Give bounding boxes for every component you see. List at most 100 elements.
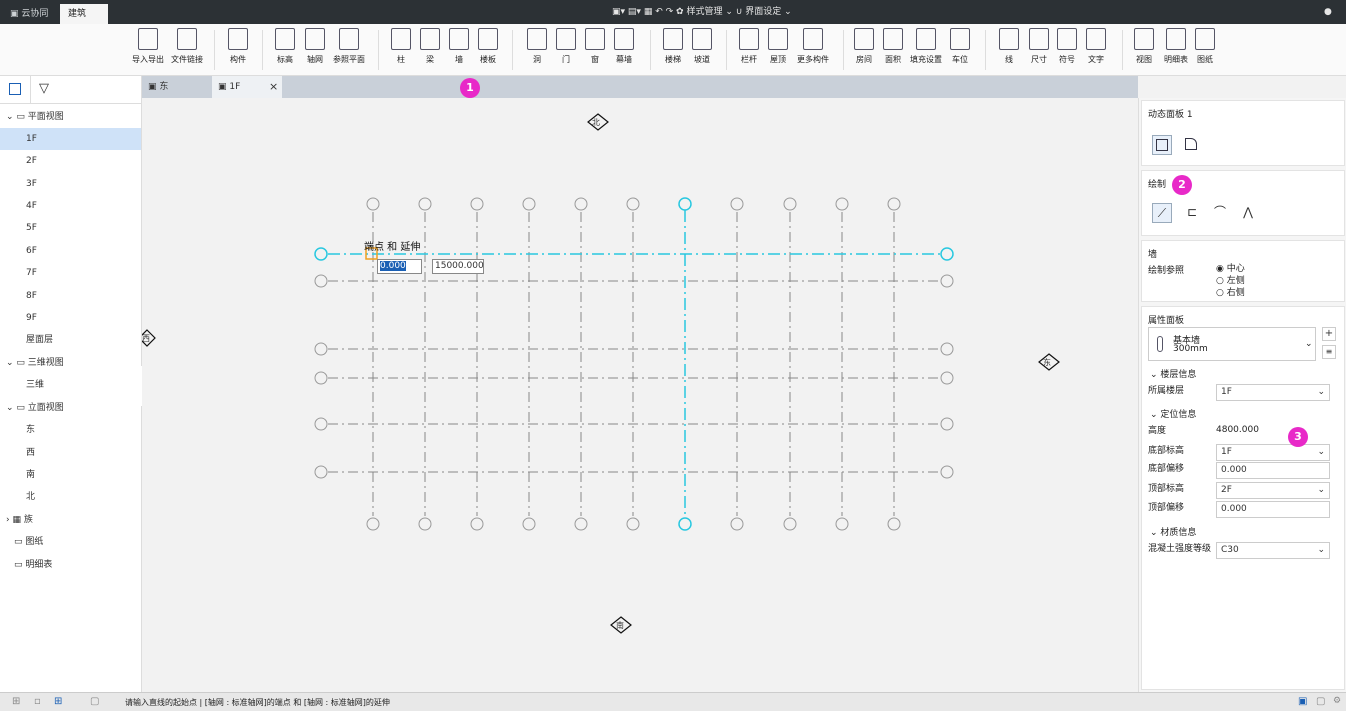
length-input[interactable]: 0.000	[377, 259, 422, 274]
component-button[interactable]: 构件	[224, 28, 252, 65]
line-icon[interactable]: ⟋	[1152, 203, 1172, 223]
drawing-button[interactable]: 图纸	[1192, 28, 1218, 65]
tree-item-floor[interactable]: 7F	[0, 262, 141, 284]
more-components-button[interactable]: 更多构件	[794, 28, 832, 65]
ref-option-right[interactable]: ○ 右侧	[1216, 285, 1245, 298]
column-button[interactable]: 柱	[390, 28, 412, 65]
level-button[interactable]: 标高	[272, 28, 298, 65]
tree-node-elevation[interactable]: ⌄ ▭ 立面视图	[0, 397, 141, 419]
layout-icon[interactable]: ⊞	[12, 696, 20, 707]
line-button[interactable]: 线	[997, 28, 1021, 65]
help-icon[interactable]: ●	[1324, 0, 1332, 24]
door-button[interactable]: 门	[555, 28, 577, 65]
undo-icon[interactable]: ↶	[655, 7, 663, 17]
tree-item-floor[interactable]: 8F	[0, 285, 141, 307]
extension-input[interactable]: 15000.000	[432, 259, 484, 274]
status-message: 请输入直线的起始点 | [轴网 : 标准轴网]的端点 和 [轴网 : 标准轴网]…	[125, 698, 390, 707]
drawing-canvas[interactable]: 北 南 东 西 端点 和 延伸 0.000 15000.000 1	[142, 78, 1138, 692]
view-button[interactable]: 视图	[1132, 28, 1156, 65]
concrete-grade-select[interactable]: C30 ⌄	[1216, 542, 1330, 559]
schedule-button[interactable]: 明细表	[1158, 28, 1194, 65]
ref-plane-button[interactable]: 参照平面	[330, 28, 368, 65]
ui-menu[interactable]: 界面设定	[745, 7, 781, 17]
filter-icon[interactable]: ▽	[39, 81, 49, 96]
tree-item-floor[interactable]: 6F	[0, 240, 141, 262]
add-type-button[interactable]: +	[1322, 327, 1336, 341]
fill-settings-button[interactable]: 填充设置	[908, 28, 944, 65]
arc-icon[interactable]: ⌒	[1210, 203, 1230, 223]
opening-button[interactable]: 洞	[526, 28, 548, 65]
grid-button[interactable]: 轴网	[302, 28, 328, 65]
floor-info-section[interactable]: ⌄ 楼层信息	[1150, 367, 1196, 380]
grid-toggle-icon[interactable]: ⊞	[54, 696, 62, 707]
floor-select[interactable]: 1F ⌄	[1216, 384, 1330, 401]
ramp-button[interactable]: 坡道	[690, 28, 714, 65]
snap-icon[interactable]: ▫	[34, 696, 41, 707]
railing-icon	[739, 28, 759, 50]
tree-item-elevation[interactable]: 南	[0, 464, 141, 486]
parking-button[interactable]: 车位	[948, 28, 972, 65]
rectangle-icon[interactable]: ⊏	[1182, 203, 1202, 223]
tree-node-3d[interactable]: ⌄ ▭ 三维视图	[0, 352, 141, 374]
top-level-select[interactable]: 2F ⌄	[1216, 482, 1330, 499]
tree-node-drawing[interactable]: ▭ 图纸	[0, 531, 141, 553]
railing-button[interactable]: 栏杆	[737, 28, 761, 65]
tree-node-plan[interactable]: ⌄ ▭ 平面视图	[0, 106, 141, 128]
roof-button[interactable]: 屋顶	[766, 28, 790, 65]
text-button[interactable]: 文字	[1084, 28, 1108, 65]
beam-button[interactable]: 梁	[419, 28, 441, 65]
base-offset-input[interactable]: 0.000	[1216, 462, 1330, 479]
tree-node-schedule[interactable]: ▭ 明细表	[0, 554, 141, 576]
close-icon[interactable]: ×	[269, 76, 278, 98]
stair-button[interactable]: 楼梯	[661, 28, 685, 65]
tab-architecture[interactable]: 建筑	[60, 4, 108, 24]
rect-mode-button[interactable]	[1152, 135, 1172, 155]
open-icon[interactable]: ▤▾	[628, 7, 641, 17]
shape-mode-button[interactable]	[1182, 135, 1202, 155]
settings-icon[interactable]: ⚙	[1333, 696, 1341, 706]
monitor-icon[interactable]: ▣	[1298, 696, 1307, 707]
wall-button[interactable]: 墙	[448, 28, 470, 65]
save-icon[interactable]: ▦	[644, 7, 653, 17]
tree-item-elevation[interactable]: 北	[0, 486, 141, 508]
chevron-down-icon: ⌄	[722, 7, 736, 17]
top-offset-input[interactable]: 0.000	[1216, 501, 1330, 518]
floor-label: 所属楼层	[1148, 386, 1185, 396]
tab-cloud[interactable]: ▣ 云协同	[2, 4, 56, 24]
grid-drawing	[142, 113, 1060, 634]
window-button[interactable]: 窗	[584, 28, 606, 65]
tree-item-elevation[interactable]: 西	[0, 442, 141, 464]
page-icon[interactable]: ▢	[1316, 696, 1325, 707]
slab-button[interactable]: 楼板	[476, 28, 500, 65]
import-export-button[interactable]: 导入导出	[131, 28, 165, 65]
tree-item-floor[interactable]: 2F	[0, 150, 141, 172]
tree-node-family[interactable]: › ▦ 族	[0, 509, 141, 531]
redo-icon[interactable]: ↷	[666, 7, 674, 17]
view-toggle-icon[interactable]: ▢	[90, 696, 99, 707]
position-info-section[interactable]: ⌄ 定位信息	[1150, 407, 1196, 420]
symbol-button[interactable]: 符号	[1055, 28, 1079, 65]
tree-item-floor[interactable]: 屋面层	[0, 329, 141, 351]
tree-item-3d[interactable]: 三维	[0, 374, 141, 396]
room-button[interactable]: 房间	[852, 28, 876, 65]
area-button[interactable]: 面积	[881, 28, 905, 65]
file-link-button[interactable]: 文件链接	[169, 28, 205, 65]
type-settings-button[interactable]: ≡	[1322, 345, 1336, 359]
material-info-section[interactable]: ⌄ 材质信息	[1150, 525, 1196, 538]
tree-item-floor[interactable]: 4F	[0, 195, 141, 217]
panel-icon[interactable]	[9, 83, 21, 95]
tab-view-east[interactable]: ▣ 东	[142, 76, 212, 98]
tree-item-floor[interactable]: 1F	[0, 128, 141, 150]
polyline-icon[interactable]: ⋀	[1238, 203, 1258, 223]
tree-item-floor[interactable]: 9F	[0, 307, 141, 329]
tree-item-floor[interactable]: 3F	[0, 173, 141, 195]
style-menu[interactable]: 样式管理	[686, 7, 722, 17]
tree-item-elevation[interactable]: 东	[0, 419, 141, 441]
new-icon[interactable]: ▣▾	[612, 7, 625, 17]
type-selector[interactable]: 基本墙 300mm ⌄	[1148, 327, 1316, 361]
compass-north: 北	[592, 118, 600, 127]
tree-item-floor[interactable]: 5F	[0, 217, 141, 239]
base-level-select[interactable]: 1F ⌄	[1216, 444, 1330, 461]
curtain-wall-button[interactable]: 幕墙	[612, 28, 636, 65]
dimension-button[interactable]: 尺寸	[1027, 28, 1051, 65]
